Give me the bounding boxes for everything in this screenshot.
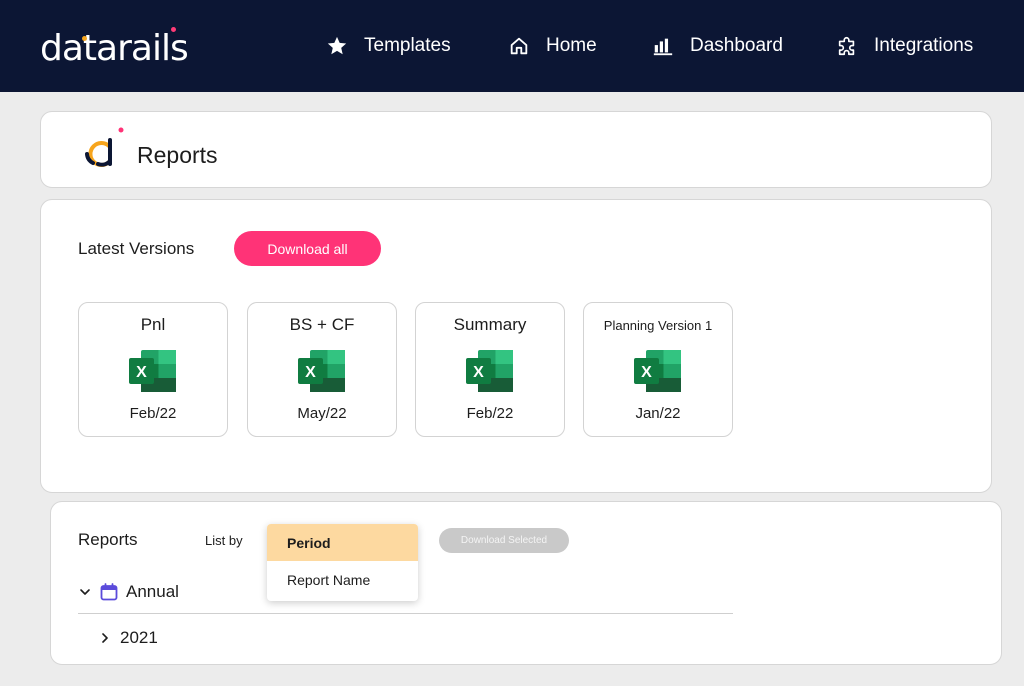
nav-dashboard[interactable]: Dashboard xyxy=(652,0,783,92)
calendar-icon xyxy=(100,583,118,601)
file-tile-bs-cf[interactable]: BS + CF X May/22 xyxy=(247,302,397,437)
brand-logo[interactable]: datarails xyxy=(40,27,189,69)
datarails-mark-icon xyxy=(85,127,124,167)
nav-home-label: Home xyxy=(546,35,597,56)
excel-icon: X xyxy=(129,350,176,392)
bar-chart-icon xyxy=(652,35,674,57)
nav-dashboard-label: Dashboard xyxy=(690,35,783,56)
home-icon xyxy=(508,35,530,57)
nav-integrations[interactable]: Integrations xyxy=(836,0,973,92)
page-header-card: Reports xyxy=(40,111,992,188)
file-name: Pnl xyxy=(140,315,166,334)
chevron-down-icon[interactable] xyxy=(78,585,92,599)
latest-versions-title: Latest Versions xyxy=(78,239,195,258)
download-all-button[interactable]: Download all xyxy=(234,231,381,266)
nav-templates-label: Templates xyxy=(364,35,451,56)
logo-dot-orange xyxy=(82,36,87,41)
excel-icon: X xyxy=(634,350,681,392)
file-date: Feb/22 xyxy=(129,405,177,422)
latest-versions-card: Latest Versions Download all Pnl X Feb/2… xyxy=(40,199,992,493)
brand-name: datarails xyxy=(40,28,189,69)
svg-text:X: X xyxy=(136,364,147,381)
star-icon xyxy=(326,35,348,57)
excel-icon: X xyxy=(466,350,513,392)
logo-dot-pink xyxy=(171,27,176,32)
file-name: Planning Version 1 xyxy=(603,318,713,333)
list-by-label: List by xyxy=(205,533,243,548)
tree-divider xyxy=(78,613,733,614)
file-tile-summary[interactable]: Summary X Feb/22 xyxy=(415,302,565,437)
file-name: BS + CF xyxy=(289,315,355,334)
puzzle-icon xyxy=(836,35,858,57)
top-navbar: datarails Templates Home Dashboard Integ… xyxy=(0,0,1024,92)
svg-text:X: X xyxy=(305,364,316,381)
list-by-option-report-name[interactable]: Report Name xyxy=(267,561,418,598)
svg-text:X: X xyxy=(473,364,484,381)
tree-row-annual[interactable]: Annual xyxy=(78,582,179,602)
file-name: Summary xyxy=(453,315,527,334)
file-date: May/22 xyxy=(297,405,347,422)
nav-home[interactable]: Home xyxy=(508,0,597,92)
list-by-option-period[interactable]: Period xyxy=(267,524,418,561)
reports-list-card: Reports List by Period Report Name Downl… xyxy=(50,501,1002,665)
list-by-dropdown[interactable]: Period Report Name xyxy=(267,524,418,601)
excel-icon: X xyxy=(298,350,345,392)
chevron-right-icon[interactable] xyxy=(98,631,112,645)
tree-row-2021[interactable]: 2021 xyxy=(98,628,158,648)
svg-text:X: X xyxy=(641,364,652,381)
nav-templates[interactable]: Templates xyxy=(326,0,451,92)
download-selected-button[interactable]: Download Selected xyxy=(439,528,569,553)
file-date: Feb/22 xyxy=(466,405,514,422)
reports-section-title: Reports xyxy=(78,530,138,549)
nav-integrations-label: Integrations xyxy=(874,35,974,56)
file-tile-pnl[interactable]: Pnl X Feb/22 xyxy=(78,302,228,437)
file-date: Jan/22 xyxy=(635,405,681,422)
file-tile-planning-version-1[interactable]: Planning Version 1 X Jan/22 xyxy=(583,302,733,437)
tree-label-2021: 2021 xyxy=(120,628,158,647)
page-title: Reports xyxy=(137,142,218,168)
tree-label-annual: Annual xyxy=(126,582,179,601)
